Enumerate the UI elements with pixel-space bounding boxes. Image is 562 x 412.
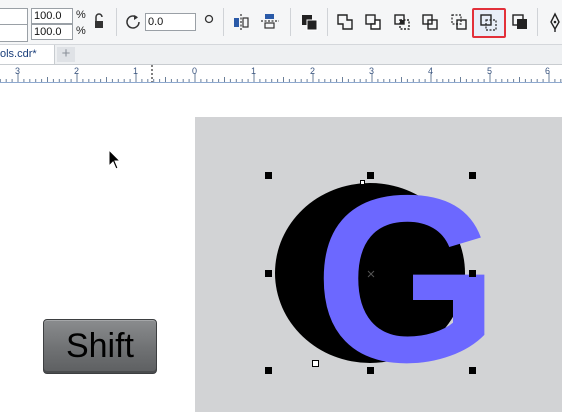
drawing-canvas[interactable]: G Shift bbox=[0, 83, 562, 412]
group-objects-icon[interactable] bbox=[297, 10, 321, 34]
ruler-label: 2 bbox=[310, 66, 315, 76]
simplify-icon-small[interactable] bbox=[418, 10, 442, 34]
mouse-pointer-icon bbox=[108, 149, 122, 170]
create-boundary-icon[interactable] bbox=[508, 10, 532, 34]
lock-ratio-icon[interactable] bbox=[92, 12, 106, 32]
shift-key-image: Shift bbox=[43, 319, 157, 374]
selection-handle-top-right[interactable] bbox=[469, 172, 476, 179]
node-handle[interactable] bbox=[312, 360, 319, 367]
object-height-field[interactable] bbox=[0, 24, 28, 42]
rotate-icon bbox=[124, 12, 144, 32]
ruler-label: 0 bbox=[192, 66, 197, 76]
mirror-horizontal-icon[interactable] bbox=[230, 10, 254, 34]
ruler-label: 4 bbox=[428, 66, 433, 76]
selection-handle-middle-right[interactable] bbox=[469, 270, 476, 277]
ruler-label: 6 bbox=[545, 66, 550, 76]
front-minus-back-icon[interactable] bbox=[447, 10, 471, 34]
horizontal-ruler[interactable]: 3 2 1 0 1 2 3 4 5 6 bbox=[0, 65, 562, 83]
new-document-tab-button[interactable]: + bbox=[57, 46, 75, 62]
selection-handle-middle-left[interactable] bbox=[265, 270, 272, 277]
ruler-label: 1 bbox=[133, 66, 138, 76]
degree-icon bbox=[203, 13, 215, 25]
ruler-label: 5 bbox=[487, 66, 492, 76]
node-handle-top[interactable] bbox=[360, 180, 365, 185]
intersect-icon[interactable] bbox=[390, 10, 414, 34]
scale-height-percent-label: % bbox=[76, 25, 86, 37]
selection-handle-bottom-right[interactable] bbox=[469, 367, 476, 374]
weld-icon[interactable] bbox=[333, 10, 357, 34]
scale-height-field[interactable]: 100.0 bbox=[31, 24, 73, 40]
selection-handle-bottom-middle[interactable] bbox=[367, 367, 374, 374]
scale-width-field[interactable]: 100.0 bbox=[31, 8, 73, 24]
document-tab[interactable]: ols.cdr* bbox=[0, 45, 55, 64]
scale-width-percent-label: % bbox=[76, 9, 86, 21]
mirror-vertical-icon[interactable] bbox=[258, 10, 282, 34]
ruler-label: 3 bbox=[15, 66, 20, 76]
selection-handle-top-left[interactable] bbox=[265, 172, 272, 179]
rotation-angle-field[interactable]: 0.0 bbox=[145, 13, 196, 31]
back-minus-front-icon[interactable] bbox=[477, 11, 501, 35]
ruler-label: 1 bbox=[251, 66, 256, 76]
selection-handle-top-middle[interactable] bbox=[367, 172, 374, 179]
ruler-label: 2 bbox=[74, 66, 79, 76]
document-tab-bar: ols.cdr* + bbox=[0, 45, 562, 65]
ruler-ticks: 3 2 1 0 1 2 3 4 5 6 bbox=[0, 65, 562, 82]
selection-handle-bottom-left[interactable] bbox=[265, 367, 272, 374]
ruler-label: 3 bbox=[369, 66, 374, 76]
property-bar: 100.0 100.0 % % 0.0 bbox=[0, 0, 562, 45]
shift-key-label: Shift bbox=[65, 327, 135, 365]
trim-icon[interactable] bbox=[361, 10, 385, 34]
pen-nib-icon[interactable] bbox=[543, 10, 562, 34]
